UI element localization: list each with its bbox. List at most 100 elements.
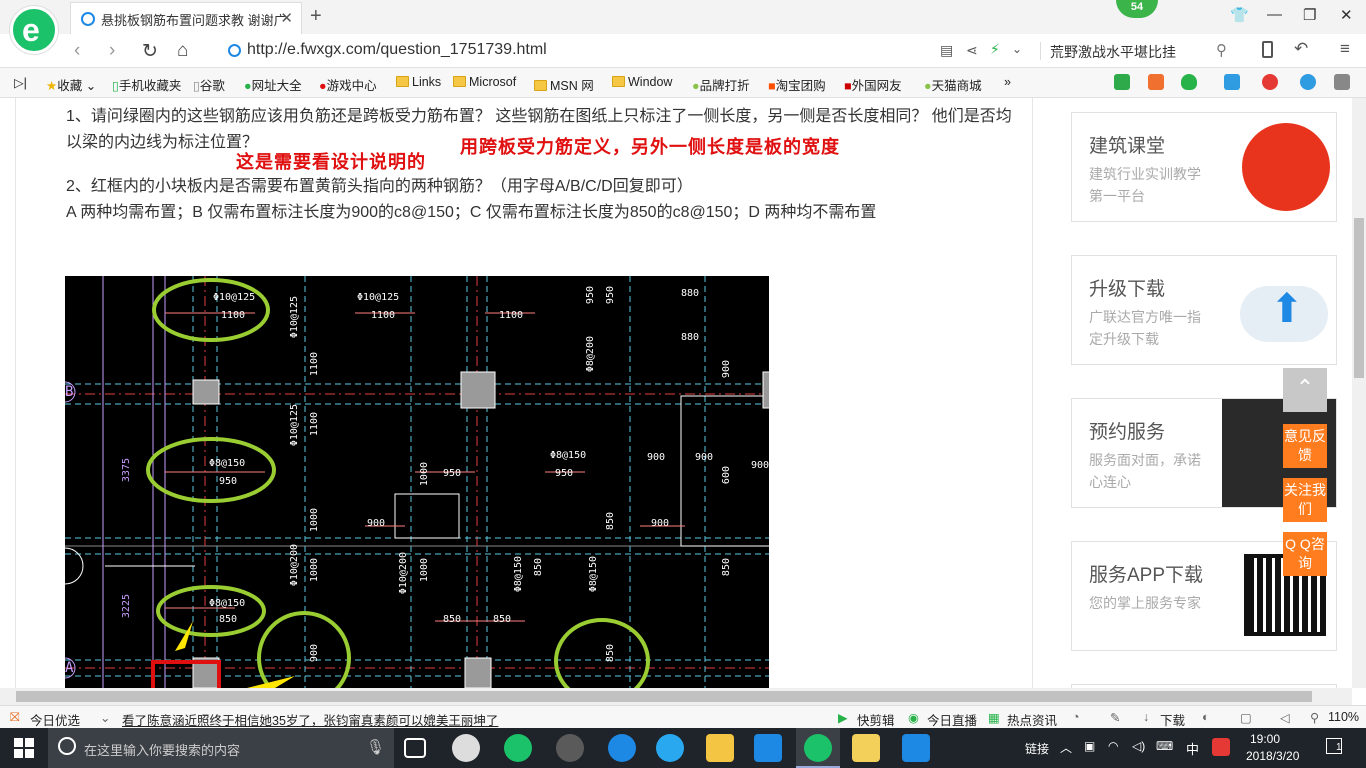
microphone-icon[interactable]: 🎙 [366, 738, 385, 756]
bookmark-tmall[interactable]: ●天猫商城 [924, 75, 982, 94]
hot-news[interactable]: 热点资讯 [1007, 710, 1057, 729]
close-window-button[interactable]: ✕ [1340, 6, 1353, 24]
phone-icon[interactable] [1262, 41, 1273, 58]
browser-logo[interactable]: e [10, 6, 58, 54]
qq-consult-button[interactable]: Q Q咨询 [1283, 532, 1327, 576]
grid-icon[interactable] [1334, 74, 1350, 90]
shield-icon[interactable] [1181, 74, 1197, 90]
reader-icon[interactable]: ▤ [940, 42, 953, 59]
rebar-label: 950 [605, 286, 616, 305]
zoom-level[interactable]: 110% [1328, 710, 1359, 724]
file-explorer-icon[interactable] [706, 734, 734, 762]
chevron-down-icon[interactable]: ⌄ [100, 710, 110, 725]
rebar-label: 1100 [371, 310, 396, 321]
speed-icon[interactable]: ◔ [1072, 710, 1080, 724]
follow-us-button[interactable]: 关注我们 [1283, 478, 1327, 522]
bookmark-mobile[interactable]: ▯手机收藏夹 [112, 75, 181, 94]
translate-icon[interactable] [1224, 74, 1240, 90]
bookmark-links[interactable]: Links [396, 75, 441, 89]
taskbar-search[interactable]: 在这里输入你要搜索的内容 🎙 [48, 728, 394, 768]
bookmark-msn[interactable]: MSN 网 [534, 75, 594, 94]
dimension-label: 3375 [121, 458, 132, 483]
bookmark-windows[interactable]: Window [612, 75, 672, 89]
shirt-icon[interactable]: 👕 [1230, 6, 1249, 24]
active-browser-icon[interactable] [804, 734, 832, 762]
url-field[interactable]: http://e.fwxgx.com/question_1751739.html [247, 41, 547, 59]
new-tab-button[interactable]: + [310, 5, 322, 28]
chevron-down-icon[interactable]: ⌄ [1012, 42, 1022, 56]
lightning-icon[interactable]: ⚡ [990, 41, 1000, 58]
chrome-app-icon[interactable] [556, 734, 584, 762]
book-icon[interactable] [1114, 74, 1130, 90]
scissors-icon[interactable] [1262, 74, 1278, 90]
clock-date[interactable]: 2018/3/20 [1246, 749, 1299, 763]
menu-icon[interactable]: ≡ [1340, 39, 1350, 59]
notes-app-icon[interactable] [852, 734, 880, 762]
bookmark-brand[interactable]: ●品牌打折 [692, 75, 750, 94]
rebar-label: Φ10@200 [289, 544, 300, 587]
ie-icon[interactable] [656, 734, 684, 762]
clock-time[interactable]: 19:00 [1250, 732, 1280, 746]
card-upgrade[interactable]: 升级下载 广联达官方唯一指定升级下载 ⬆ [1071, 255, 1337, 365]
rebar-label: 900 [651, 518, 670, 529]
sound-icon[interactable]: ◐ [1202, 710, 1210, 724]
keyboard-icon[interactable]: ⌨ [1156, 739, 1173, 753]
edge-icon[interactable] [608, 734, 636, 762]
home-icon[interactable]: ⌂ [177, 40, 188, 62]
bookmark-google[interactable]: ▯谷歌 [193, 75, 225, 94]
rebar-label: 1100 [499, 310, 524, 321]
share-icon[interactable]: ⋖ [966, 42, 978, 59]
search-tool-icon[interactable] [1300, 74, 1316, 90]
window-icon[interactable]: ▢ [1240, 710, 1252, 725]
refresh-icon[interactable]: ↻ [142, 40, 158, 63]
pinwheel-app-icon[interactable] [452, 734, 480, 762]
bookmark-games[interactable]: ●游戏中心 [319, 75, 377, 94]
browser-app-icon[interactable] [504, 734, 532, 762]
windows-start-icon[interactable] [14, 738, 34, 758]
today-live[interactable]: 今日直播 [927, 710, 977, 729]
undo-icon[interactable]: ↶ [1294, 39, 1308, 59]
vertical-scrollbar[interactable] [1352, 98, 1366, 688]
sidebar-toggle-icon[interactable]: ▷| [14, 75, 27, 90]
tv-icon[interactable] [1148, 74, 1164, 90]
pin-icon[interactable]: ✎ [1110, 710, 1120, 725]
forward-icon[interactable]: › [109, 40, 115, 62]
minimize-button[interactable]: — [1267, 6, 1282, 23]
today-picks[interactable]: 今日优选 [30, 710, 80, 729]
browser-tab[interactable]: 悬挑板钢筋布置问题求教 谢谢广 ✕ [70, 2, 302, 34]
level-badge[interactable]: 54 [1116, 0, 1158, 18]
bookmark-favorites[interactable]: ★收藏 ⌄ [46, 75, 96, 94]
scroll-thumb[interactable] [1354, 218, 1364, 378]
glodon-app-icon[interactable] [754, 734, 782, 762]
scroll-thumb[interactable] [16, 691, 1312, 702]
restore-button[interactable]: ❐ [1303, 6, 1316, 24]
sogou-icon[interactable] [1212, 738, 1230, 756]
horizontal-scrollbar[interactable] [0, 688, 1352, 705]
search-icon[interactable]: ⚲ [1216, 41, 1227, 59]
more-bookmarks-icon[interactable]: » [1004, 75, 1011, 89]
download-button[interactable]: 下载 [1160, 710, 1185, 729]
network-icon[interactable]: ▣ [1084, 739, 1095, 753]
bookmark-foreign[interactable]: ■外国网友 [844, 75, 902, 94]
news-link[interactable]: 看了陈意涵近照终于相信她35岁了，张钧甯真素颜可以媲美王丽坤了 [122, 710, 498, 729]
search-input[interactable]: 荒野激战水平堪比挂 [1050, 42, 1176, 62]
mute-icon[interactable]: ◁ [1280, 710, 1290, 725]
ime-indicator[interactable]: 中 [1186, 739, 1199, 758]
volume-icon[interactable]: ◁) [1132, 739, 1145, 753]
bookmark-microsoft[interactable]: Microsof [453, 75, 516, 89]
cad-app-icon[interactable] [902, 734, 930, 762]
video-icon: ▶ [838, 711, 848, 725]
wifi-icon[interactable]: ◠ [1108, 739, 1118, 753]
bookmark-taobao[interactable]: ■淘宝团购 [768, 75, 826, 94]
chevron-up-icon[interactable]: ︿ [1060, 739, 1072, 756]
back-icon[interactable]: ‹ [74, 40, 80, 62]
feedback-button[interactable]: 意见反馈 [1283, 424, 1327, 468]
task-view-icon[interactable] [404, 738, 426, 758]
link-label[interactable]: 链接 [1025, 740, 1049, 757]
card-classroom[interactable]: 建筑课堂 建筑行业实训教学第一平台 [1071, 112, 1337, 222]
bookmark-hao[interactable]: ●网址大全 [244, 75, 302, 94]
rebar-label: 1000 [419, 462, 430, 487]
quick-edit[interactable]: 快剪辑 [857, 710, 895, 729]
back-to-top-button[interactable]: ⌃ [1283, 368, 1327, 412]
close-tab-icon[interactable]: ✕ [280, 9, 293, 27]
